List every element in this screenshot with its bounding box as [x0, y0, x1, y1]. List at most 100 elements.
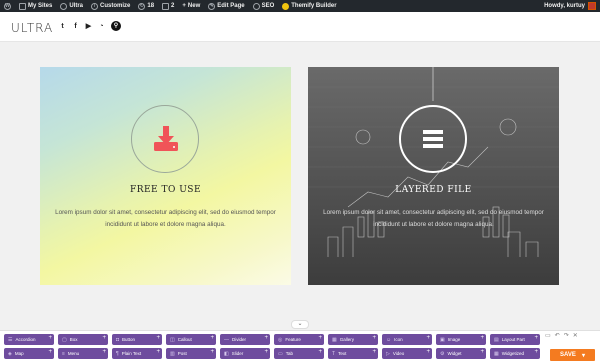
add-icon[interactable]: + — [48, 335, 52, 341]
add-icon[interactable]: + — [210, 349, 214, 355]
new-content-menu[interactable]: + New — [182, 3, 200, 9]
add-icon[interactable]: + — [426, 349, 430, 355]
divider-icon: — — [224, 336, 229, 343]
module-label: Text — [338, 351, 347, 356]
add-icon[interactable]: + — [264, 349, 268, 355]
module-feature[interactable]: ◎ Feature + — [274, 334, 324, 345]
module-divider[interactable]: — Divider + — [220, 334, 270, 345]
add-icon[interactable]: + — [426, 335, 430, 341]
add-icon[interactable]: + — [264, 335, 268, 341]
module-widget[interactable]: ⚙ Widget + — [436, 348, 486, 359]
chevron-down-icon: ▾ — [581, 352, 585, 359]
module-label: Button — [122, 337, 136, 342]
module-post[interactable]: ▥ Post + — [166, 348, 216, 359]
image-icon: ▣ — [440, 336, 445, 343]
module-accordion[interactable]: ☰ Accordion + — [4, 334, 54, 345]
module-widgetized[interactable]: ▦ Widgetized + — [490, 348, 540, 359]
module-map[interactable]: ◈ Map + — [4, 348, 54, 359]
add-icon[interactable]: + — [102, 335, 106, 341]
accordion-icon: ☰ — [8, 336, 13, 343]
seo-menu[interactable]: SEO — [252, 2, 274, 10]
module-video[interactable]: ▷ Video + — [382, 348, 432, 359]
customize-label: Customize — [100, 3, 131, 9]
add-icon[interactable]: + — [210, 335, 214, 341]
module-slider[interactable]: ◧ Slider + — [220, 348, 270, 359]
icon-circle — [131, 105, 199, 173]
add-icon[interactable]: + — [534, 349, 538, 355]
module-menu[interactable]: ≡ Menu + — [58, 348, 108, 359]
sketch-background — [308, 67, 559, 285]
icon-circle — [399, 105, 467, 173]
my-sites-menu[interactable]: My Sites — [19, 2, 52, 10]
site-logo[interactable]: ULTRA — [11, 21, 53, 35]
module-label: Layout Part — [501, 337, 525, 342]
module-label: Plain Text — [121, 351, 142, 356]
add-icon[interactable]: + — [480, 349, 484, 355]
callout-icon: ◫ — [170, 336, 175, 343]
save-label: SAVE — [560, 352, 576, 358]
feature-icon: ◎ — [278, 336, 283, 343]
seo-icon — [252, 2, 260, 10]
module-label: Menu — [67, 351, 80, 356]
card-title: LAYERED FILE — [395, 185, 472, 195]
search-icon[interactable]: ⚲ — [111, 21, 121, 31]
preview-icon[interactable]: ▭ — [545, 332, 551, 339]
add-icon[interactable]: + — [48, 349, 52, 355]
howdy-label: Howdy, kurtuy — [544, 3, 585, 9]
redo-icon[interactable]: ↷ — [564, 332, 569, 339]
undo-icon[interactable]: ↶ — [555, 332, 560, 339]
site-name-label: Ultra — [69, 3, 84, 9]
youtube-icon[interactable]: ▶ — [85, 22, 92, 30]
module-tab[interactable]: ▭ Tab + — [274, 348, 324, 359]
chevron-down-icon: ⌄ — [297, 321, 303, 327]
sites-icon — [19, 2, 26, 10]
gallery-icon: ▦ — [332, 336, 337, 343]
module-box[interactable]: ▢ Box + — [58, 334, 108, 345]
add-icon[interactable]: + — [156, 349, 160, 355]
builder-toggle-button[interactable]: ⌄ — [291, 320, 309, 329]
twitter-icon[interactable]: t — [59, 23, 66, 30]
module-layout-part[interactable]: ▤ Layout Part + — [490, 334, 540, 345]
module-label: Callout — [177, 337, 192, 342]
site-name-menu[interactable]: Ultra — [60, 2, 84, 10]
module-button[interactable]: ◘ Button + — [112, 334, 162, 345]
widgetized-icon: ▦ — [494, 350, 499, 357]
add-icon[interactable]: + — [156, 335, 160, 341]
module-plain-text[interactable]: ¶ Plain Text + — [112, 348, 162, 359]
feature-card-free: FREE TO USE Lorem ipsum dolor sit amet, … — [40, 67, 291, 285]
rss-icon[interactable]: ◔ — [98, 23, 105, 30]
brush-icon: / — [91, 2, 99, 10]
module-label: Icon — [394, 337, 403, 342]
add-icon[interactable]: + — [372, 349, 376, 355]
add-icon[interactable]: + — [102, 349, 106, 355]
updates-count: 18 — [147, 3, 155, 9]
avatar — [588, 2, 596, 10]
themify-builder-menu[interactable]: Themify Builder — [282, 2, 337, 10]
icon-icon: ☺ — [386, 336, 392, 343]
card-title: FREE TO USE — [129, 185, 202, 195]
account-menu[interactable]: Howdy, kurtuy — [544, 0, 596, 12]
updates-link[interactable]: ↻ 18 — [138, 2, 155, 10]
post-icon: ▥ — [170, 350, 175, 357]
add-icon[interactable]: + — [318, 349, 322, 355]
save-button[interactable]: SAVE ▾ — [550, 349, 595, 361]
customize-link[interactable]: / Customize — [91, 2, 131, 10]
add-icon[interactable]: + — [534, 335, 538, 341]
module-label: Accordion — [15, 337, 36, 342]
module-gallery[interactable]: ▦ Gallery + — [328, 334, 378, 345]
module-text[interactable]: T Text + — [328, 348, 378, 359]
layout-part-icon: ▤ — [494, 336, 499, 343]
wordpress-logo[interactable]: W — [4, 2, 11, 10]
add-icon[interactable]: + — [480, 335, 484, 341]
edit-page-link[interactable]: ✎ Edit Page — [208, 2, 245, 10]
module-image[interactable]: ▣ Image + — [436, 334, 486, 345]
add-icon[interactable]: + — [318, 335, 322, 341]
facebook-icon[interactable]: f — [72, 23, 79, 30]
module-icon[interactable]: ☺ Icon + — [382, 334, 432, 345]
module-callout[interactable]: ◫ Callout + — [166, 334, 216, 345]
close-icon[interactable]: ✕ — [573, 332, 578, 339]
plus-icon: + — [182, 3, 186, 9]
tab-icon: ▭ — [278, 350, 283, 357]
add-icon[interactable]: + — [372, 335, 376, 341]
comments-link[interactable]: 2 — [162, 2, 174, 10]
